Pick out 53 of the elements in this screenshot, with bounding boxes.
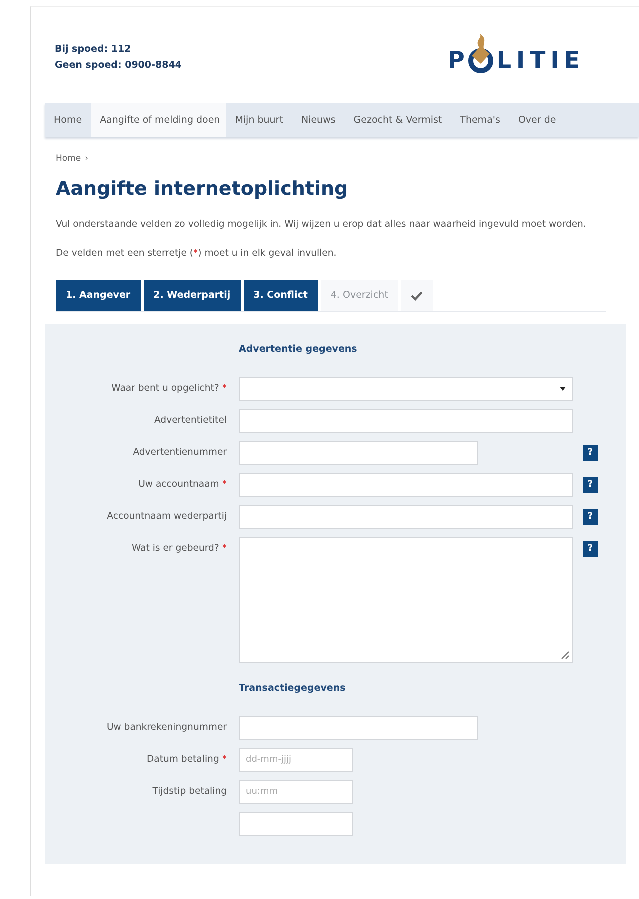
input-field[interactable] [239,441,478,465]
help-button[interactable]: ? [583,477,598,493]
breadcrumb-separator: › [85,154,89,164]
nav-link[interactable]: Home [45,103,92,137]
step-tab[interactable]: 1. Aangever [56,280,141,311]
nav-link[interactable]: Gezocht & Vermist [344,103,452,137]
textarea-field[interactable] [239,537,573,663]
field-label: Uw accountnaam [138,479,220,490]
step-tab[interactable] [401,280,434,311]
field-label: Advertentienummer [133,447,227,458]
field-label: Wat is er gebeurd? [132,543,220,554]
required-mark: * [222,383,227,394]
required-note: De velden met een sterretje (*) moet u in elk geval invullen. [56,247,338,261]
page-title: Aangifte internetoplichting [56,178,350,200]
required-mark: * [222,479,227,490]
input-field[interactable]: uu:mm [239,780,353,804]
required-mark: * [222,754,227,765]
help-button[interactable]: ? [583,509,598,525]
help-button[interactable]: ? [583,541,598,557]
field-label: Uw bankrekeningnummer [106,722,227,733]
input-field[interactable] [239,473,573,497]
field-label: Tijdstip betaling [152,786,227,797]
intro-text: Vul onderstaande velden zo volledig mogelijk in. Wij wijzen u erop dat alles naar waarheid ingevuld moet worden. [56,218,588,232]
nav-link[interactable]: Nieuws [292,103,345,137]
input-field[interactable] [239,505,573,529]
field-label: Datum betaling [147,754,220,765]
input-field[interactable] [239,409,573,433]
step-tab[interactable]: 3. Conflict [244,280,318,311]
help-button[interactable]: ? [583,445,598,461]
field-label: Waar bent u opgelicht? [112,383,220,394]
step-tab[interactable]: 2. Wederpartij [144,280,241,311]
badge-icon [466,34,496,74]
select-field[interactable] [239,377,573,401]
caret-icon [560,387,566,391]
breadcrumb-link[interactable]: Home [56,154,82,164]
nav-link[interactable]: Thema's [451,103,510,137]
logo-text: P [448,48,470,74]
field-label: Accountnaam wederpartij [107,511,227,522]
contact-line: Bij spoed: 112 [55,43,132,57]
contact-line: Geen spoed: 0900-8844 [55,59,182,73]
section-title: Advertentie gegevens [239,344,358,355]
nav-link[interactable]: Over de [509,103,566,137]
nav-link[interactable]: Mijn buurt [226,103,292,137]
resize-handle-icon [561,651,570,660]
section-title: Transactiegegevens [239,683,347,694]
logo-text: LITIE [496,48,585,74]
input-field[interactable] [239,716,478,740]
required-mark: * [222,543,227,554]
checkmark-icon [411,290,424,300]
nav-link[interactable]: Aangifte of melding doen [91,103,226,137]
field-label: Advertentietitel [154,415,227,426]
input-field[interactable]: dd-mm-jjjj [239,748,353,772]
input-field[interactable] [239,812,353,836]
